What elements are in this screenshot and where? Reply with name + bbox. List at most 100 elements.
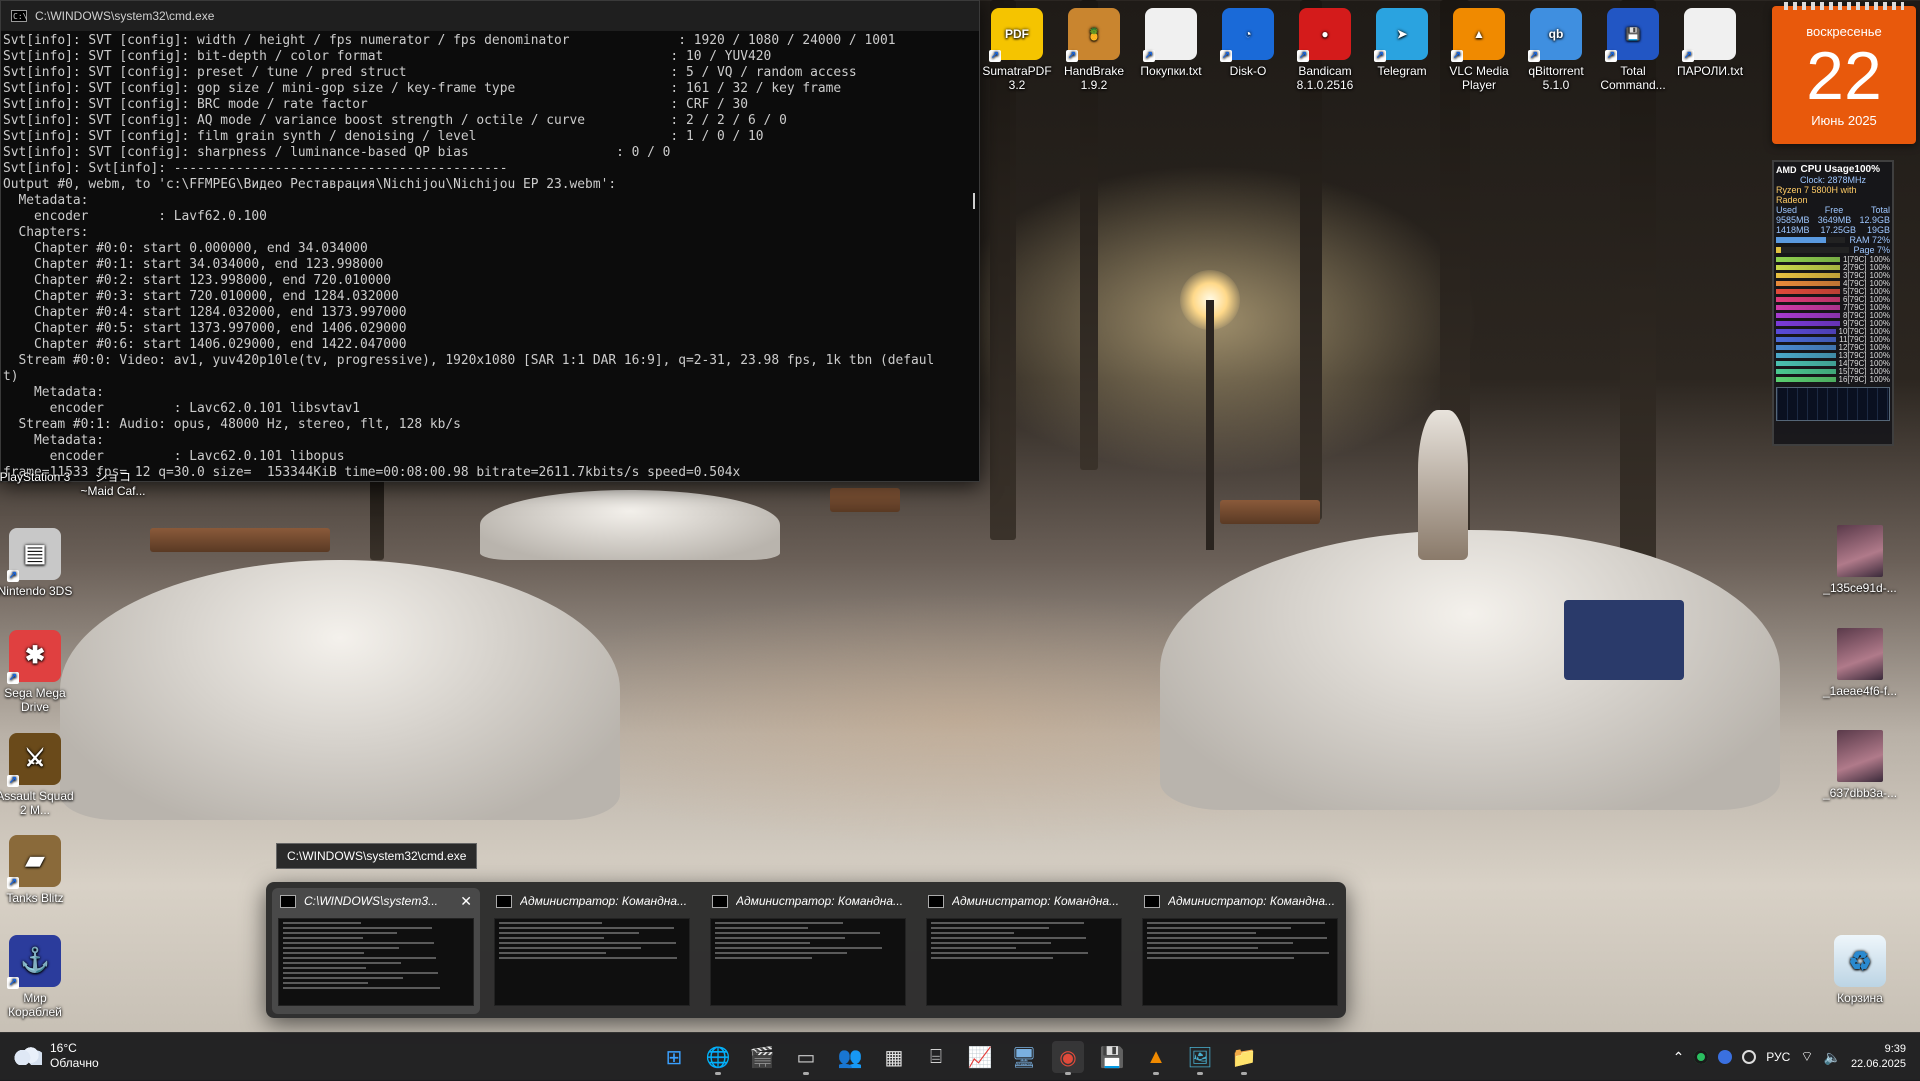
taskbar-terminal[interactable]: ▭ [790, 1041, 822, 1075]
taskbar: 16°C Облачно ⊞ 🌐 🎬 ▭ 👥 ▦ ⌸ 📈 🖥 ◉ 💾 ▲ 🖼 📁 ⌃ РУС ⌔ 🔈 9:… [0, 1032, 1920, 1081]
globe-icon: 🌐 [705, 1046, 731, 1069]
taskbar-thumbnail-preview[interactable]: C:\WINDOWS\system3... ✕ Администратор: Ком… [266, 882, 1346, 1018]
taskbar-usb-safely[interactable]: ⌸ [920, 1041, 952, 1073]
desktop-icon-vlc[interactable]: ▲ ↗ VLC Media Player [1440, 8, 1518, 92]
calendar-weekday: воскресенье [1806, 24, 1882, 39]
cpu-core-fill [1776, 297, 1840, 302]
cmd-line: Svt[info]: SVT [config]: BRC mode / rate… [3, 97, 749, 112]
desktop-icon-sumatrapdf[interactable]: PDF ↗ SumatraPDF 3.2 [978, 8, 1056, 92]
calendar-gadget[interactable]: воскресенье 22 Июнь 2025 [1772, 2, 1916, 144]
photos-icon: 🖼 [1187, 1046, 1213, 1069]
image-thumbnail-icon [1837, 525, 1883, 577]
bench [150, 528, 330, 552]
desktop-icon-maid-cafe[interactable]: ショコ ~Maid Caf... [74, 470, 152, 498]
cpu-model: Ryzen 7 5800H with Radeon [1776, 185, 1857, 205]
cpu-core-bar: 7[79C] 100% [1776, 303, 1890, 312]
clock[interactable]: 9:39 22.06.2025 [1851, 1042, 1906, 1072]
running-indicator [1197, 1072, 1203, 1075]
language-indicator[interactable]: РУС [1766, 1050, 1790, 1064]
desktop-icon-nintendo-3ds[interactable]: ▤ ↗ Nintendo 3DS [0, 528, 74, 598]
chevron-up-icon[interactable]: ⌃ [1673, 1049, 1685, 1066]
wifi-icon[interactable]: ⌔ [1800, 1048, 1813, 1066]
cmd-icon [280, 894, 296, 908]
mem-row-page: 1418MB 17.25GB 19GB [1776, 225, 1890, 235]
desktop-icon-paroli[interactable]: ↗ ПАРОЛИ.txt [1671, 8, 1749, 78]
shortcut-arrow-icon: ↗ [1297, 50, 1309, 62]
pdf-icon: PDF ↗ [989, 8, 1043, 62]
desktop-icon-handbrake[interactable]: 🍍 ↗ HandBrake 1.9.2 [1055, 8, 1133, 92]
vpn-icon[interactable] [1742, 1050, 1757, 1064]
taskbar-thumbnail[interactable]: Администратор: Командна... [488, 888, 696, 1014]
speaker-icon[interactable]: 🔈 [1824, 1049, 1841, 1066]
cmd-line: Svt[info]: Svt[info]: ------------------… [3, 161, 508, 176]
floppy-icon: 💾 ↗ [1605, 8, 1659, 62]
desktop-icon-telegram[interactable]: ➤ ↗ Telegram [1363, 8, 1441, 78]
cpu-core-value: 100% [1869, 375, 1890, 384]
shortcut-arrow-icon: ↗ [7, 877, 19, 889]
image-thumbnail-icon [1837, 628, 1883, 680]
taskbar-remote-desktop[interactable]: 🖥 [1008, 1041, 1040, 1073]
taskbar-chrome[interactable]: ◉ [1052, 1041, 1084, 1075]
taskbar-thumbnail[interactable]: Администратор: Командна... [1136, 888, 1344, 1014]
cmd-titlebar[interactable]: C:\ C:\WINDOWS\system32\cmd.exe [1, 1, 979, 31]
desktop-icon-assault-squad[interactable]: ⚔ ↗ Assault Squad 2 M... [0, 733, 74, 817]
cmd-line: Chapters: [3, 225, 89, 240]
text-file-icon: ↗ [1682, 8, 1736, 62]
desktop-icon-label: Assault Squad 2 M... [0, 789, 74, 817]
taskbar-vlc-tb[interactable]: ▲ [1140, 1041, 1172, 1075]
desktop-icon-label: HandBrake 1.9.2 [1063, 64, 1125, 92]
desktop-icon-mir-korabley[interactable]: ⚓ ↗ Мир Кораблей [0, 935, 74, 1019]
taskbar-clapper[interactable]: 🎬 [746, 1041, 778, 1073]
taskbar-photos[interactable]: 🖼 [1184, 1041, 1216, 1075]
taskbar-thumbnail[interactable]: Администратор: Командна... [704, 888, 912, 1014]
taskbar-browser-globe[interactable]: 🌐 [702, 1041, 734, 1075]
cpu-core-fill [1776, 353, 1836, 358]
desktop-icon-tanks-blitz[interactable]: ▰ ↗ Tanks Blitz [0, 835, 74, 905]
cmd-line: Chapter #0:5: start 1373.997000, end 140… [3, 321, 407, 336]
desktop-icon-disk-o[interactable]: ◔ ↗ Disk-O [1209, 8, 1287, 78]
desktop-icon-sega-mega-drive[interactable]: ✱ ↗ Sega Mega Drive [0, 630, 74, 714]
taskbar-thumbnail[interactable]: Администратор: Командна... [920, 888, 1128, 1014]
desktop-icon-label: VLC Media Player [1449, 64, 1509, 92]
cpu-usage-gadget[interactable]: AMD CPU Usage100% Clock: 2878MHz Ryzen 7… [1772, 160, 1894, 446]
desktop-icon-recycle-bin[interactable]: ♻ Корзина [1820, 935, 1900, 1005]
taskbar-calculator[interactable]: ▦ [878, 1041, 910, 1073]
taskbar-total-commander-tb[interactable]: 💾 [1096, 1041, 1128, 1073]
desktop-icon-bandicam[interactable]: ● ↗ Bandicam 8.1.0.2516 [1286, 8, 1364, 92]
cpu-core-fill [1776, 281, 1840, 286]
taskbar-people[interactable]: 👥 [834, 1041, 866, 1073]
taskbar-explorer[interactable]: 📁 [1228, 1041, 1260, 1075]
desktop-icon-total-commander[interactable]: 💾 ↗ Total Command... [1594, 8, 1672, 92]
image-thumbnail-icon [1837, 730, 1883, 782]
thumbnail-image [278, 918, 474, 1006]
shortcut-arrow-icon: ↗ [1528, 50, 1540, 62]
blue-status-icon[interactable] [1718, 1050, 1733, 1064]
page-value: 7% [1876, 245, 1890, 255]
desktop-icon-label: Tanks Blitz [6, 891, 64, 905]
taskbar-task-monitor[interactable]: 📈 [964, 1041, 996, 1073]
cpu-core-label: 16[79C] [1838, 375, 1867, 384]
desktop-icon-pokupki[interactable]: ↗ Покупки.txt [1132, 8, 1210, 78]
close-icon[interactable]: ✕ [460, 893, 472, 910]
desktop-icon-img-135ce[interactable]: _135ce91d-... [1820, 525, 1900, 595]
desktop-icon-img-637db[interactable]: _637dbb3a-... [1820, 730, 1900, 800]
desktop-icon-img-1aeae[interactable]: _1aeae4f6-f... [1820, 628, 1900, 698]
shortcut-arrow-icon: ↗ [1605, 50, 1617, 62]
shortcut-arrow-icon: ↗ [1066, 50, 1078, 62]
3ds-icon: ▤ ↗ [7, 528, 61, 582]
running-indicator [715, 1072, 721, 1075]
cmd-scrollbar[interactable] [973, 193, 975, 209]
desktop-icon-playstation3[interactable]: PlayStation 3 [0, 470, 74, 484]
desktop-icon-qbittorrent[interactable]: qb ↗ qBittorrent 5.1.0 [1517, 8, 1595, 92]
green-status-icon[interactable] [1694, 1050, 1709, 1064]
calendar-month: Июнь 2025 [1811, 113, 1877, 128]
taskbar-thumbnail[interactable]: C:\WINDOWS\system3... ✕ [272, 888, 480, 1014]
taskbar-start[interactable]: ⊞ [658, 1041, 690, 1073]
mir-korabley-icon: ⚓ ↗ [7, 935, 61, 989]
cmd-output[interactable]: Svt[info]: SVT [config]: width / height … [1, 31, 979, 479]
cmd-window[interactable]: C:\ C:\WINDOWS\system32\cmd.exe Svt[info… [0, 0, 980, 482]
amd-logo: AMD [1776, 164, 1797, 175]
cpu-core-bar: 6[79C] 100% [1776, 295, 1890, 304]
weather-widget[interactable]: 16°C Облачно [14, 1041, 99, 1071]
cpu-core-fill [1776, 265, 1840, 270]
